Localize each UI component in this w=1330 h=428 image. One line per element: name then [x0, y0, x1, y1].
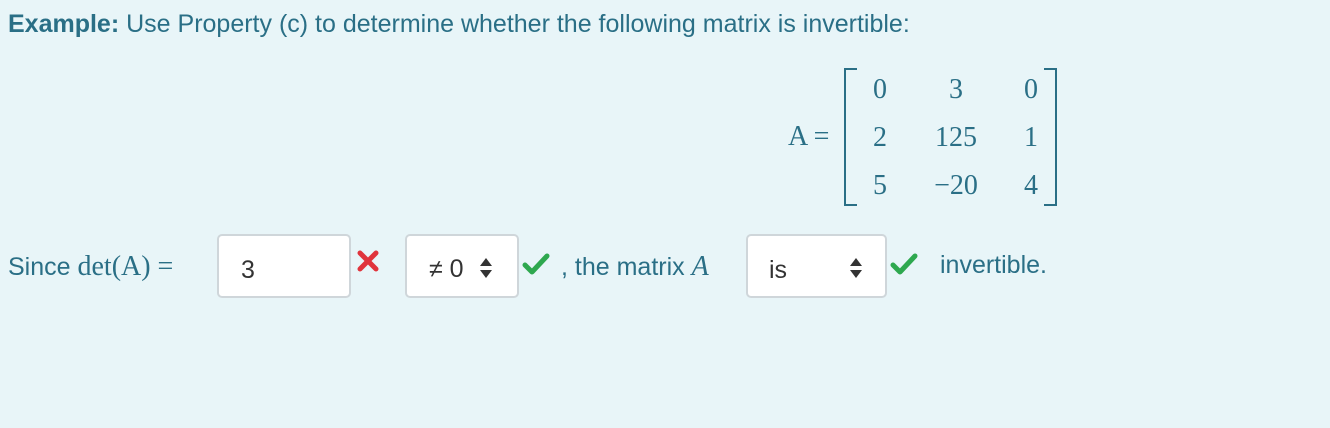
updown-arrows-icon	[480, 258, 492, 278]
determinant-input-value: 3	[241, 256, 255, 284]
matrix-equation: A = 0 3 0 2 125 1 5 −20 4	[788, 66, 1068, 208]
correct-check-icon	[890, 253, 918, 275]
since-text: Since	[8, 253, 78, 281]
middle-text-label: , the matrix	[561, 253, 692, 281]
det-expression: det(A) =	[77, 251, 174, 282]
updown-arrows-icon	[850, 258, 862, 278]
since-label: Since det(A) =	[8, 251, 173, 283]
matrix-cell: 4	[1024, 170, 1038, 201]
end-text: invertible.	[940, 251, 1047, 279]
matrix-cell: 2	[873, 122, 887, 153]
middle-text: , the matrix A	[561, 251, 709, 283]
incorrect-x-icon	[357, 250, 379, 272]
comparison-select[interactable]: ≠ 0	[405, 234, 519, 298]
matrix-cell: 3	[949, 74, 963, 105]
comparison-select-value: ≠ 0	[429, 255, 464, 283]
is-isnot-select[interactable]: is	[746, 234, 887, 298]
matrix-cell: 0	[1024, 74, 1038, 105]
problem-prompt: Example: Use Property (c) to determine w…	[8, 10, 910, 39]
matrix-variable: A	[691, 251, 709, 282]
correct-check-icon	[522, 253, 550, 275]
is-isnot-select-value: is	[769, 256, 788, 284]
matrix-cell: 5	[873, 170, 887, 201]
matrix-cell: −20	[934, 170, 978, 201]
prompt-text: Use Property (c) to determine whether th…	[119, 10, 910, 38]
prompt-label: Example:	[8, 10, 120, 38]
answer-row: Since det(A) = 3 ≠ 0 , the matrix A is i…	[0, 234, 1330, 300]
matrix-cell: 125	[935, 122, 977, 153]
matrix-lhs: A =	[788, 121, 830, 152]
determinant-input[interactable]: 3	[217, 234, 351, 298]
matrix-cell: 0	[873, 74, 887, 105]
matrix-cell: 1	[1024, 122, 1038, 153]
